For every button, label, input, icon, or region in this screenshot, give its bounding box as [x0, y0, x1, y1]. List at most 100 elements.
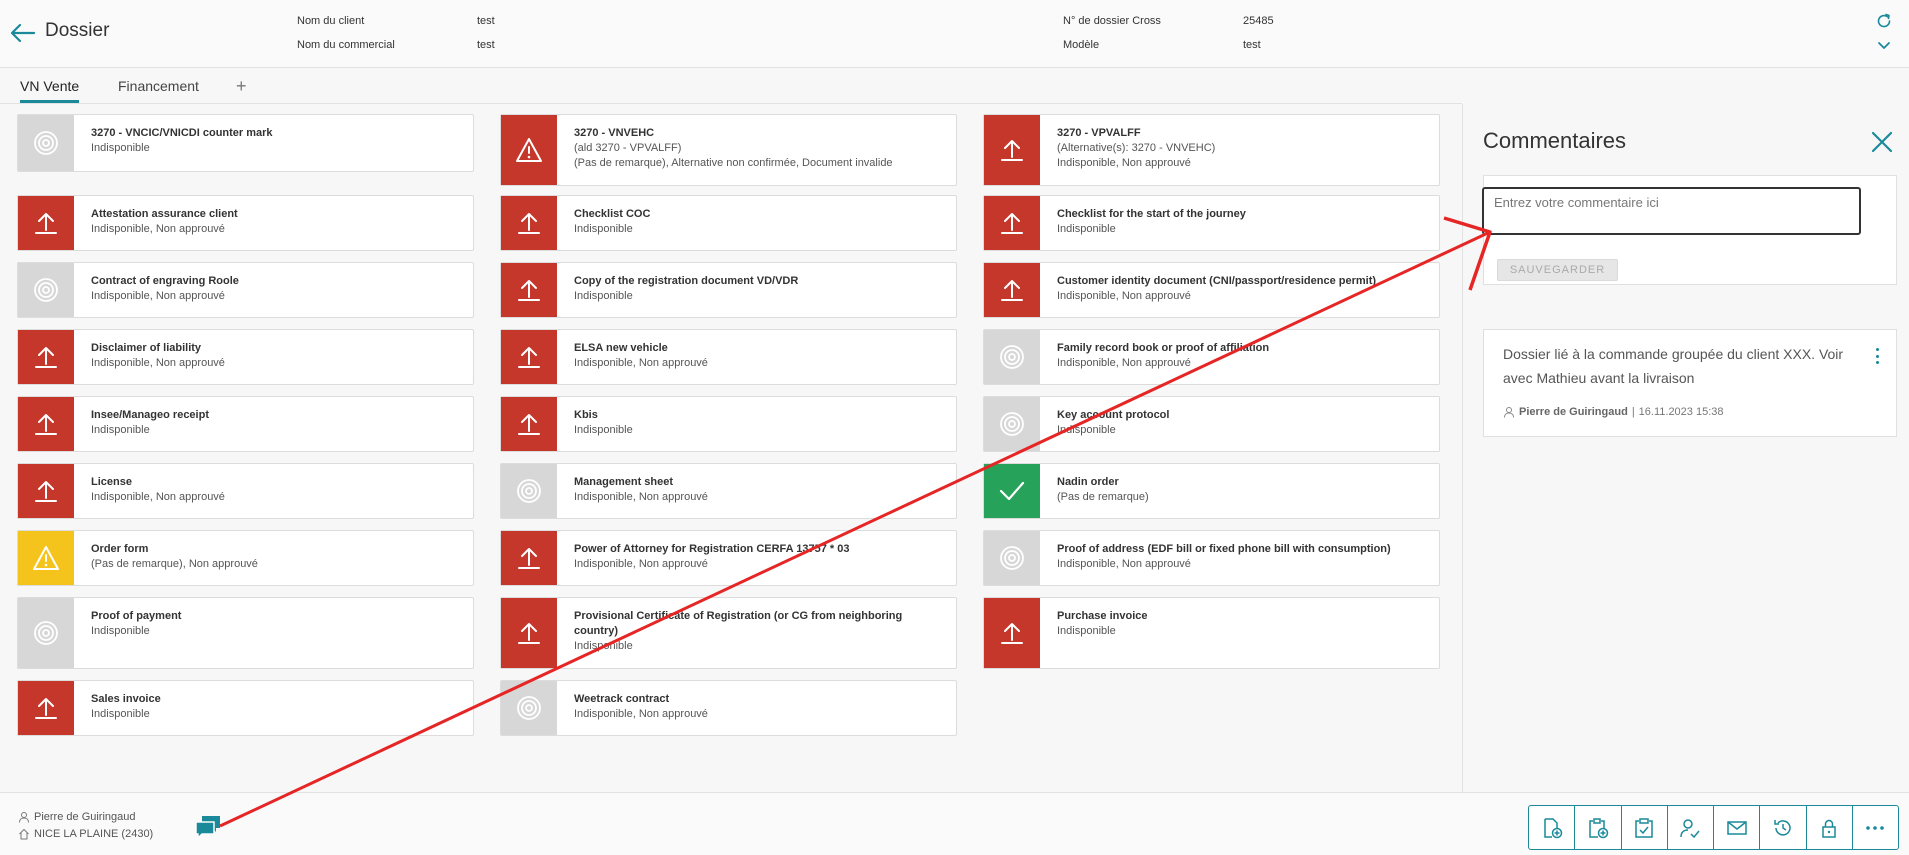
document-status: Indisponible	[91, 142, 150, 154]
document-text: Customer identity document (CNI/passport…	[1057, 274, 1429, 304]
add-clipboard-icon	[1589, 817, 1609, 838]
check-icon[interactable]	[984, 464, 1040, 518]
document-card[interactable]: Nadin order (Pas de remarque)	[983, 463, 1440, 519]
document-card[interactable]: Customer identity document (CNI/passport…	[983, 262, 1440, 318]
document-card[interactable]: Family record book or proof of affiliati…	[983, 329, 1440, 385]
history-button[interactable]	[1760, 806, 1807, 849]
document-status: Indisponible	[91, 424, 150, 436]
document-card[interactable]: Provisional Certificate of Registration …	[500, 597, 957, 669]
tab-vn-vente[interactable]: VN Vente	[20, 78, 80, 103]
warning-icon[interactable]	[18, 531, 74, 585]
target-icon[interactable]	[984, 531, 1040, 585]
document-card[interactable]: Checklist COC Indisponible	[500, 195, 957, 251]
target-icon[interactable]	[501, 681, 557, 735]
action-toolbar	[1528, 805, 1899, 850]
upload-icon[interactable]	[18, 681, 74, 735]
document-card[interactable]: ELSA new vehicle Indisponible, Non approu…	[500, 329, 957, 385]
document-name: Management sheet	[574, 476, 674, 488]
target-icon[interactable]	[984, 397, 1040, 451]
comment-separator: |	[1631, 406, 1635, 418]
upload-icon[interactable]	[501, 531, 557, 585]
upload-icon[interactable]	[501, 196, 557, 250]
back-button[interactable]	[8, 18, 38, 48]
document-card[interactable]: Order form (Pas de remarque), Non approuv…	[17, 530, 474, 586]
client-value: test	[477, 15, 495, 27]
checklist-button[interactable]	[1622, 806, 1668, 849]
target-icon[interactable]	[18, 115, 74, 171]
upload-icon[interactable]	[984, 263, 1040, 317]
add-clipboard-button[interactable]	[1575, 806, 1622, 849]
footer-store-name: NICE LA PLAINE (2430)	[34, 828, 154, 840]
document-card[interactable]: 3270 - VNVEHC (ald 3270 - VPVALFF) (Pas de…	[500, 114, 957, 186]
tab-financement[interactable]: Financement	[118, 78, 199, 100]
upload-icon[interactable]	[18, 397, 74, 451]
document-card[interactable]: Disclaimer of liability Indisponible, Non…	[17, 329, 474, 385]
upload-icon[interactable]	[501, 598, 557, 668]
user-validation-button[interactable]	[1668, 806, 1714, 849]
document-card[interactable]: Checklist for the start of the journey In…	[983, 195, 1440, 251]
document-card[interactable]: Insee/Manageo receipt Indisponible	[17, 396, 474, 452]
document-card[interactable]: Weetrack contract Indisponible, Non appro…	[500, 680, 957, 736]
document-card[interactable]: Management sheet Indisponible, Non approu…	[500, 463, 957, 519]
document-name: Weetrack contract	[574, 693, 670, 705]
document-card[interactable]: Proof of payment Indisponible	[17, 597, 474, 669]
document-name: Sales invoice	[91, 693, 161, 705]
document-card[interactable]: Proof of address (EDF bill or fixed phon…	[983, 530, 1440, 586]
document-card[interactable]: Power of Attorney for Registration CERFA…	[500, 530, 957, 586]
document-status: Indisponible	[1057, 424, 1116, 436]
document-card[interactable]: Kbis Indisponible	[500, 396, 957, 452]
document-name: Checklist COC	[574, 208, 651, 220]
chevron-down-icon[interactable]	[1875, 36, 1893, 54]
document-card[interactable]: Copy of the registration document VD/VDR…	[500, 262, 957, 318]
close-button[interactable]	[1868, 128, 1896, 156]
clipboard-check-icon	[1635, 817, 1653, 838]
document-card[interactable]: Key account protocol Indisponible	[983, 396, 1440, 452]
document-text: ELSA new vehicle Indisponible, Non approu…	[574, 341, 946, 371]
upload-icon[interactable]	[984, 196, 1040, 250]
document-name: 3270 - VNCIC/VNICDI counter mark	[91, 127, 273, 139]
refresh-icon[interactable]	[1875, 12, 1893, 30]
upload-icon[interactable]	[501, 397, 557, 451]
comment-date: 16.11.2023 15:38	[1638, 406, 1724, 418]
warning-icon[interactable]	[501, 115, 557, 185]
comment-meta: Pierre de Guiringaud | 16.11.2023 15:38	[1503, 406, 1724, 418]
document-text: Disclaimer of liability Indisponible, Non…	[91, 341, 463, 371]
document-card[interactable]: License Indisponible, Non approuvé	[17, 463, 474, 519]
target-icon[interactable]	[18, 263, 74, 317]
more-button[interactable]	[1853, 806, 1898, 849]
target-icon[interactable]	[501, 464, 557, 518]
footer-store: NICE LA PLAINE (2430)	[18, 828, 153, 840]
document-name: Nadin order	[1057, 476, 1119, 488]
comments-chat-button[interactable]	[193, 813, 223, 841]
document-status: Indisponible, Non approuvé	[91, 290, 225, 302]
target-icon[interactable]	[18, 598, 74, 668]
document-card[interactable]: Sales invoice Indisponible	[17, 680, 474, 736]
document-status: Indisponible, Non approuvé	[91, 491, 225, 503]
upload-icon[interactable]	[18, 196, 74, 250]
upload-icon[interactable]	[984, 115, 1040, 185]
document-card[interactable]: Attestation assurance client Indisponible…	[17, 195, 474, 251]
upload-icon[interactable]	[501, 263, 557, 317]
home-icon	[19, 829, 29, 840]
document-status: Indisponible, Non approuvé	[91, 223, 225, 235]
add-document-button[interactable]	[1529, 806, 1576, 849]
upload-icon[interactable]	[984, 598, 1040, 668]
comment-input[interactable]	[1482, 187, 1861, 235]
document-card[interactable]: 3270 - VPVALFF (Alternative(s): 3270 - VN…	[983, 114, 1440, 186]
document-status: (ald 3270 - VPVALFF)	[574, 142, 682, 154]
mail-button[interactable]	[1714, 806, 1761, 849]
save-button[interactable]: SAUVEGARDER	[1497, 259, 1618, 281]
lock-button[interactable]	[1807, 806, 1853, 849]
add-tab-button[interactable]: +	[236, 76, 247, 97]
upload-icon[interactable]	[18, 330, 74, 384]
document-status: (Pas de remarque), Alternative non confi…	[574, 157, 893, 169]
document-card[interactable]: Purchase invoice Indisponible	[983, 597, 1440, 669]
target-icon[interactable]	[984, 330, 1040, 384]
document-name: 3270 - VPVALFF	[1057, 127, 1141, 139]
upload-icon[interactable]	[18, 464, 74, 518]
document-text: Sales invoice Indisponible	[91, 692, 463, 722]
document-card[interactable]: 3270 - VNCIC/VNICDI counter mark Indispon…	[17, 114, 474, 172]
upload-icon[interactable]	[501, 330, 557, 384]
more-vertical-icon[interactable]	[1870, 346, 1884, 366]
document-card[interactable]: Contract of engraving Roole Indisponible,…	[17, 262, 474, 318]
